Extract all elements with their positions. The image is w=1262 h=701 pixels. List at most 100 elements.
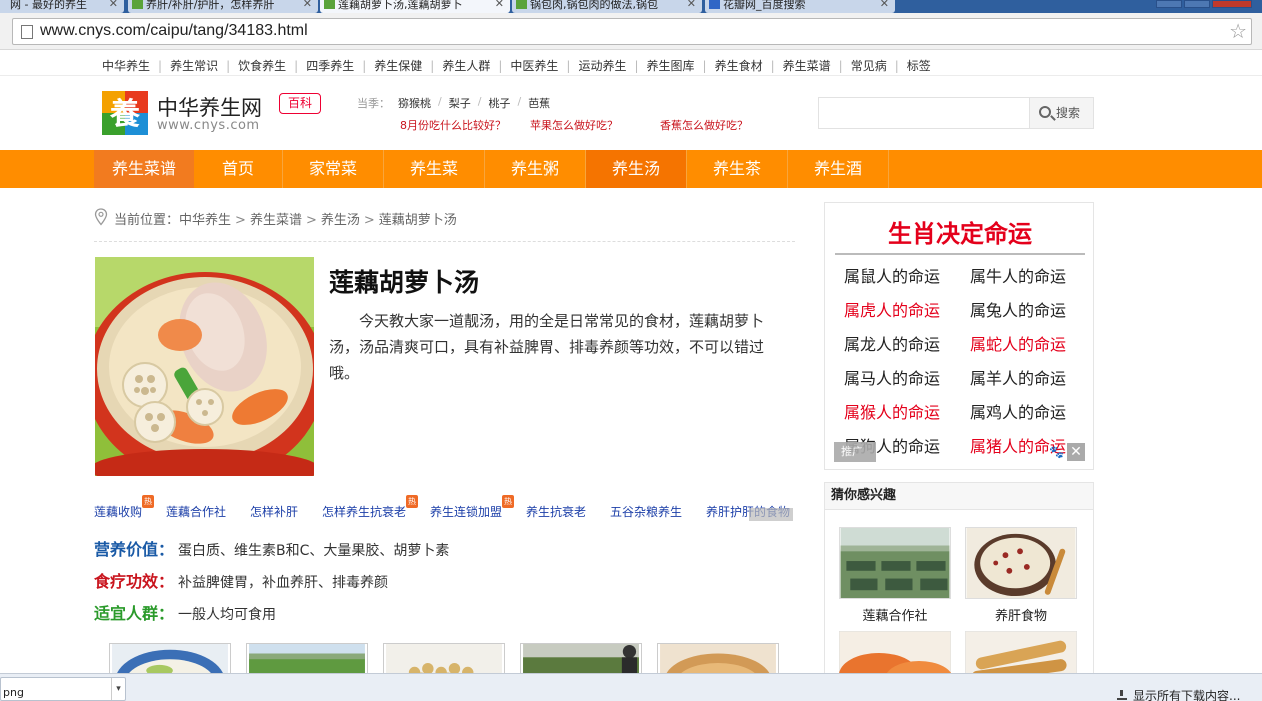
mainnav-item-wine[interactable]: 养生酒 (788, 150, 888, 188)
browser-tab[interactable]: 锅包肉,锅包肉的做法,锅包 ✕ (512, 0, 702, 13)
browser-tab-strip: 网 - 最好的养生 ✕ 养肝/补肝/护肝，怎样养肝 ✕ 莲藕胡萝卜汤,莲藕胡萝卜… (0, 0, 1262, 13)
tab-close-icon[interactable]: ✕ (109, 0, 118, 9)
mainnav-item-soup[interactable]: 养生汤 (586, 150, 686, 188)
topnav-item[interactable]: 养生菜谱 | (783, 57, 851, 74)
zodiac-link[interactable]: 属虎人的命运 (844, 297, 940, 321)
zodiac-link[interactable]: 属鸡人的命运 (970, 399, 1066, 423)
zodiac-link[interactable]: 属兔人的命运 (970, 297, 1066, 321)
recommend-photo[interactable] (839, 527, 951, 599)
site-logo-icon[interactable]: 養 (102, 91, 148, 135)
topnav-item[interactable]: 养生食材 | (715, 57, 783, 74)
recommend-box: 猜你感兴趣 莲藕合作社 养肝食物 (824, 482, 1094, 682)
breadcrumb-current[interactable]: 莲藕胡萝卜汤 (379, 213, 457, 228)
article-intro: 今天教大家一道靓汤，用的全是日常常见的食材，莲藕胡萝卜汤，汤品清爽可口，具有补益… (329, 312, 765, 382)
sponsored-link[interactable]: 怎样养生抗衰老 (322, 503, 406, 520)
zodiac-link[interactable]: 属牛人的命运 (970, 263, 1066, 287)
topnav-item[interactable]: 中医养生 | (510, 57, 578, 74)
baike-badge[interactable]: 百科 (279, 93, 321, 114)
topnav-item[interactable]: 运动养生 | (578, 57, 646, 74)
mainnav-item-home[interactable]: 首页 (194, 150, 282, 188)
mainnav-item-porridge[interactable]: 养生粥 (485, 150, 585, 188)
page-icon (21, 25, 33, 39)
zodiac-title[interactable]: 生肖决定命运 (835, 215, 1085, 255)
site-favicon-icon (132, 0, 143, 9)
season-link[interactable]: 梨子 (449, 95, 471, 111)
topnav-item[interactable]: 四季养生 | (306, 57, 374, 74)
tab-close-icon[interactable]: ✕ (495, 0, 504, 9)
hot-question-link[interactable]: 香蕉怎么做好吃？ (660, 117, 748, 133)
show-all-downloads-link[interactable]: 显示所有下载内容... (1117, 687, 1240, 701)
recommend-card[interactable]: 养肝食物 (965, 527, 1077, 624)
tab-title: 养肝/补肝/护肝，怎样养肝 (146, 0, 275, 11)
sponsored-link[interactable]: 养生抗衰老 (526, 503, 586, 520)
download-menu-chevron-icon[interactable]: ▾ (111, 678, 125, 700)
sponsored-link[interactable]: 怎样补肝 (250, 503, 298, 520)
tab-title: 莲藕胡萝卜汤,莲藕胡萝卜 (338, 0, 463, 11)
tab-close-icon[interactable]: ✕ (880, 0, 889, 9)
nutrition-label: 营养价值： (94, 540, 175, 559)
zodiac-link[interactable]: 属猴人的命运 (844, 399, 940, 423)
season-link[interactable]: 桃子 (488, 95, 510, 111)
search-box: 搜索 (818, 97, 1094, 129)
zodiac-link[interactable]: 属蛇人的命运 (970, 331, 1066, 355)
browser-tab[interactable]: 花瓣网_百度搜索 ✕ (705, 0, 895, 13)
breadcrumb-link[interactable]: 中华养生 (179, 213, 231, 228)
tab-close-icon[interactable]: ✕ (687, 0, 696, 9)
topnav-item[interactable]: 常见病 | (851, 57, 907, 74)
zodiac-link[interactable]: 属龙人的命运 (844, 331, 940, 355)
minimize-button[interactable] (1156, 0, 1182, 8)
breadcrumb-link[interactable]: 养生汤 (321, 213, 360, 228)
topnav-item[interactable]: 养生保健 | (374, 57, 442, 74)
season-link[interactable]: 猕猴桃 (398, 95, 431, 111)
sponsored-link[interactable]: 莲藕合作社 (166, 503, 226, 520)
zodiac-link[interactable]: 属鼠人的命运 (844, 263, 940, 287)
season-items: 猕猴桃 / 梨子 / 桃子 / 芭蕉 (398, 95, 551, 111)
tab-title: 锅包肉,锅包肉的做法,锅包 (530, 0, 658, 11)
topnav-item[interactable]: 饮食养生 | (238, 57, 306, 74)
mainnav-item-recipes[interactable]: 养生菜谱 (94, 150, 194, 188)
sponsored-link[interactable]: 五谷杂粮养生 (610, 503, 682, 520)
season-link[interactable]: 芭蕉 (528, 95, 550, 111)
tab-close-icon[interactable]: ✕ (303, 0, 312, 9)
topnav-item[interactable]: 标签 (907, 57, 931, 74)
topnav-item[interactable]: 养生图库 | (647, 57, 715, 74)
download-bar: png ▾ 显示所有下载内容... (0, 673, 1262, 701)
hot-badge: 热 (502, 495, 514, 508)
main-nav: 养生菜谱 首页 家常菜 养生菜 养生粥 养生汤 养生茶 养生酒 (0, 150, 1262, 188)
tab-title: 网 - 最好的养生 (10, 0, 87, 11)
zodiac-link[interactable]: 属羊人的命运 (970, 365, 1066, 389)
svg-text:養: 養 (109, 97, 140, 132)
topnav-item[interactable]: 养生常识 | (170, 57, 238, 74)
download-icon (1117, 690, 1127, 700)
zodiac-link[interactable]: 属马人的命运 (844, 365, 940, 389)
browser-tab[interactable]: 网 - 最好的养生 ✕ (0, 0, 124, 13)
mainnav-item-homestyle[interactable]: 家常菜 (283, 150, 383, 188)
bookmark-star-icon[interactable]: ☆ (1229, 20, 1247, 42)
close-ad-button[interactable]: ✕ (1067, 443, 1085, 461)
topnav-item[interactable]: 中华养生 | (102, 57, 170, 74)
mainnav-item-tea[interactable]: 养生茶 (687, 150, 787, 188)
browser-tab-active[interactable]: 莲藕胡萝卜汤,莲藕胡萝卜 ✕ (320, 0, 510, 13)
close-window-button[interactable] (1212, 0, 1252, 8)
download-item[interactable]: png ▾ (0, 677, 126, 701)
mainnav-item-health-dishes[interactable]: 养生菜 (384, 150, 484, 188)
topnav-item[interactable]: 养生人群 | (442, 57, 510, 74)
maximize-button[interactable] (1184, 0, 1210, 8)
hot-question-link[interactable]: 苹果怎么做好吃？ (530, 117, 618, 133)
recommend-card[interactable]: 莲藕合作社 (839, 527, 951, 624)
search-input[interactable] (819, 98, 1029, 128)
sponsored-link[interactable]: 养生连锁加盟 (430, 503, 502, 520)
sponsored-link[interactable]: 莲藕收购 (94, 503, 142, 520)
recommend-photo[interactable] (965, 527, 1077, 599)
recommend-caption[interactable]: 莲藕合作社 (839, 605, 951, 624)
recommend-caption[interactable]: 养肝食物 (965, 605, 1077, 624)
url-field[interactable]: www.cnys.com/caipu/tang/34183.html ☆ (12, 18, 1252, 45)
dish-photo (95, 257, 314, 476)
url-text: www.cnys.com/caipu/tang/34183.html (40, 22, 308, 39)
site-url: www.cnys.com (157, 118, 260, 133)
browser-tab[interactable]: 养肝/补肝/护肝，怎样养肝 ✕ (128, 0, 318, 13)
hot-question-link[interactable]: 8月份吃什么比较好？ (400, 117, 506, 133)
breadcrumb-link[interactable]: 养生菜谱 (250, 213, 302, 228)
hot-badge: 热 (406, 495, 418, 508)
search-button[interactable]: 搜索 (1029, 98, 1093, 128)
